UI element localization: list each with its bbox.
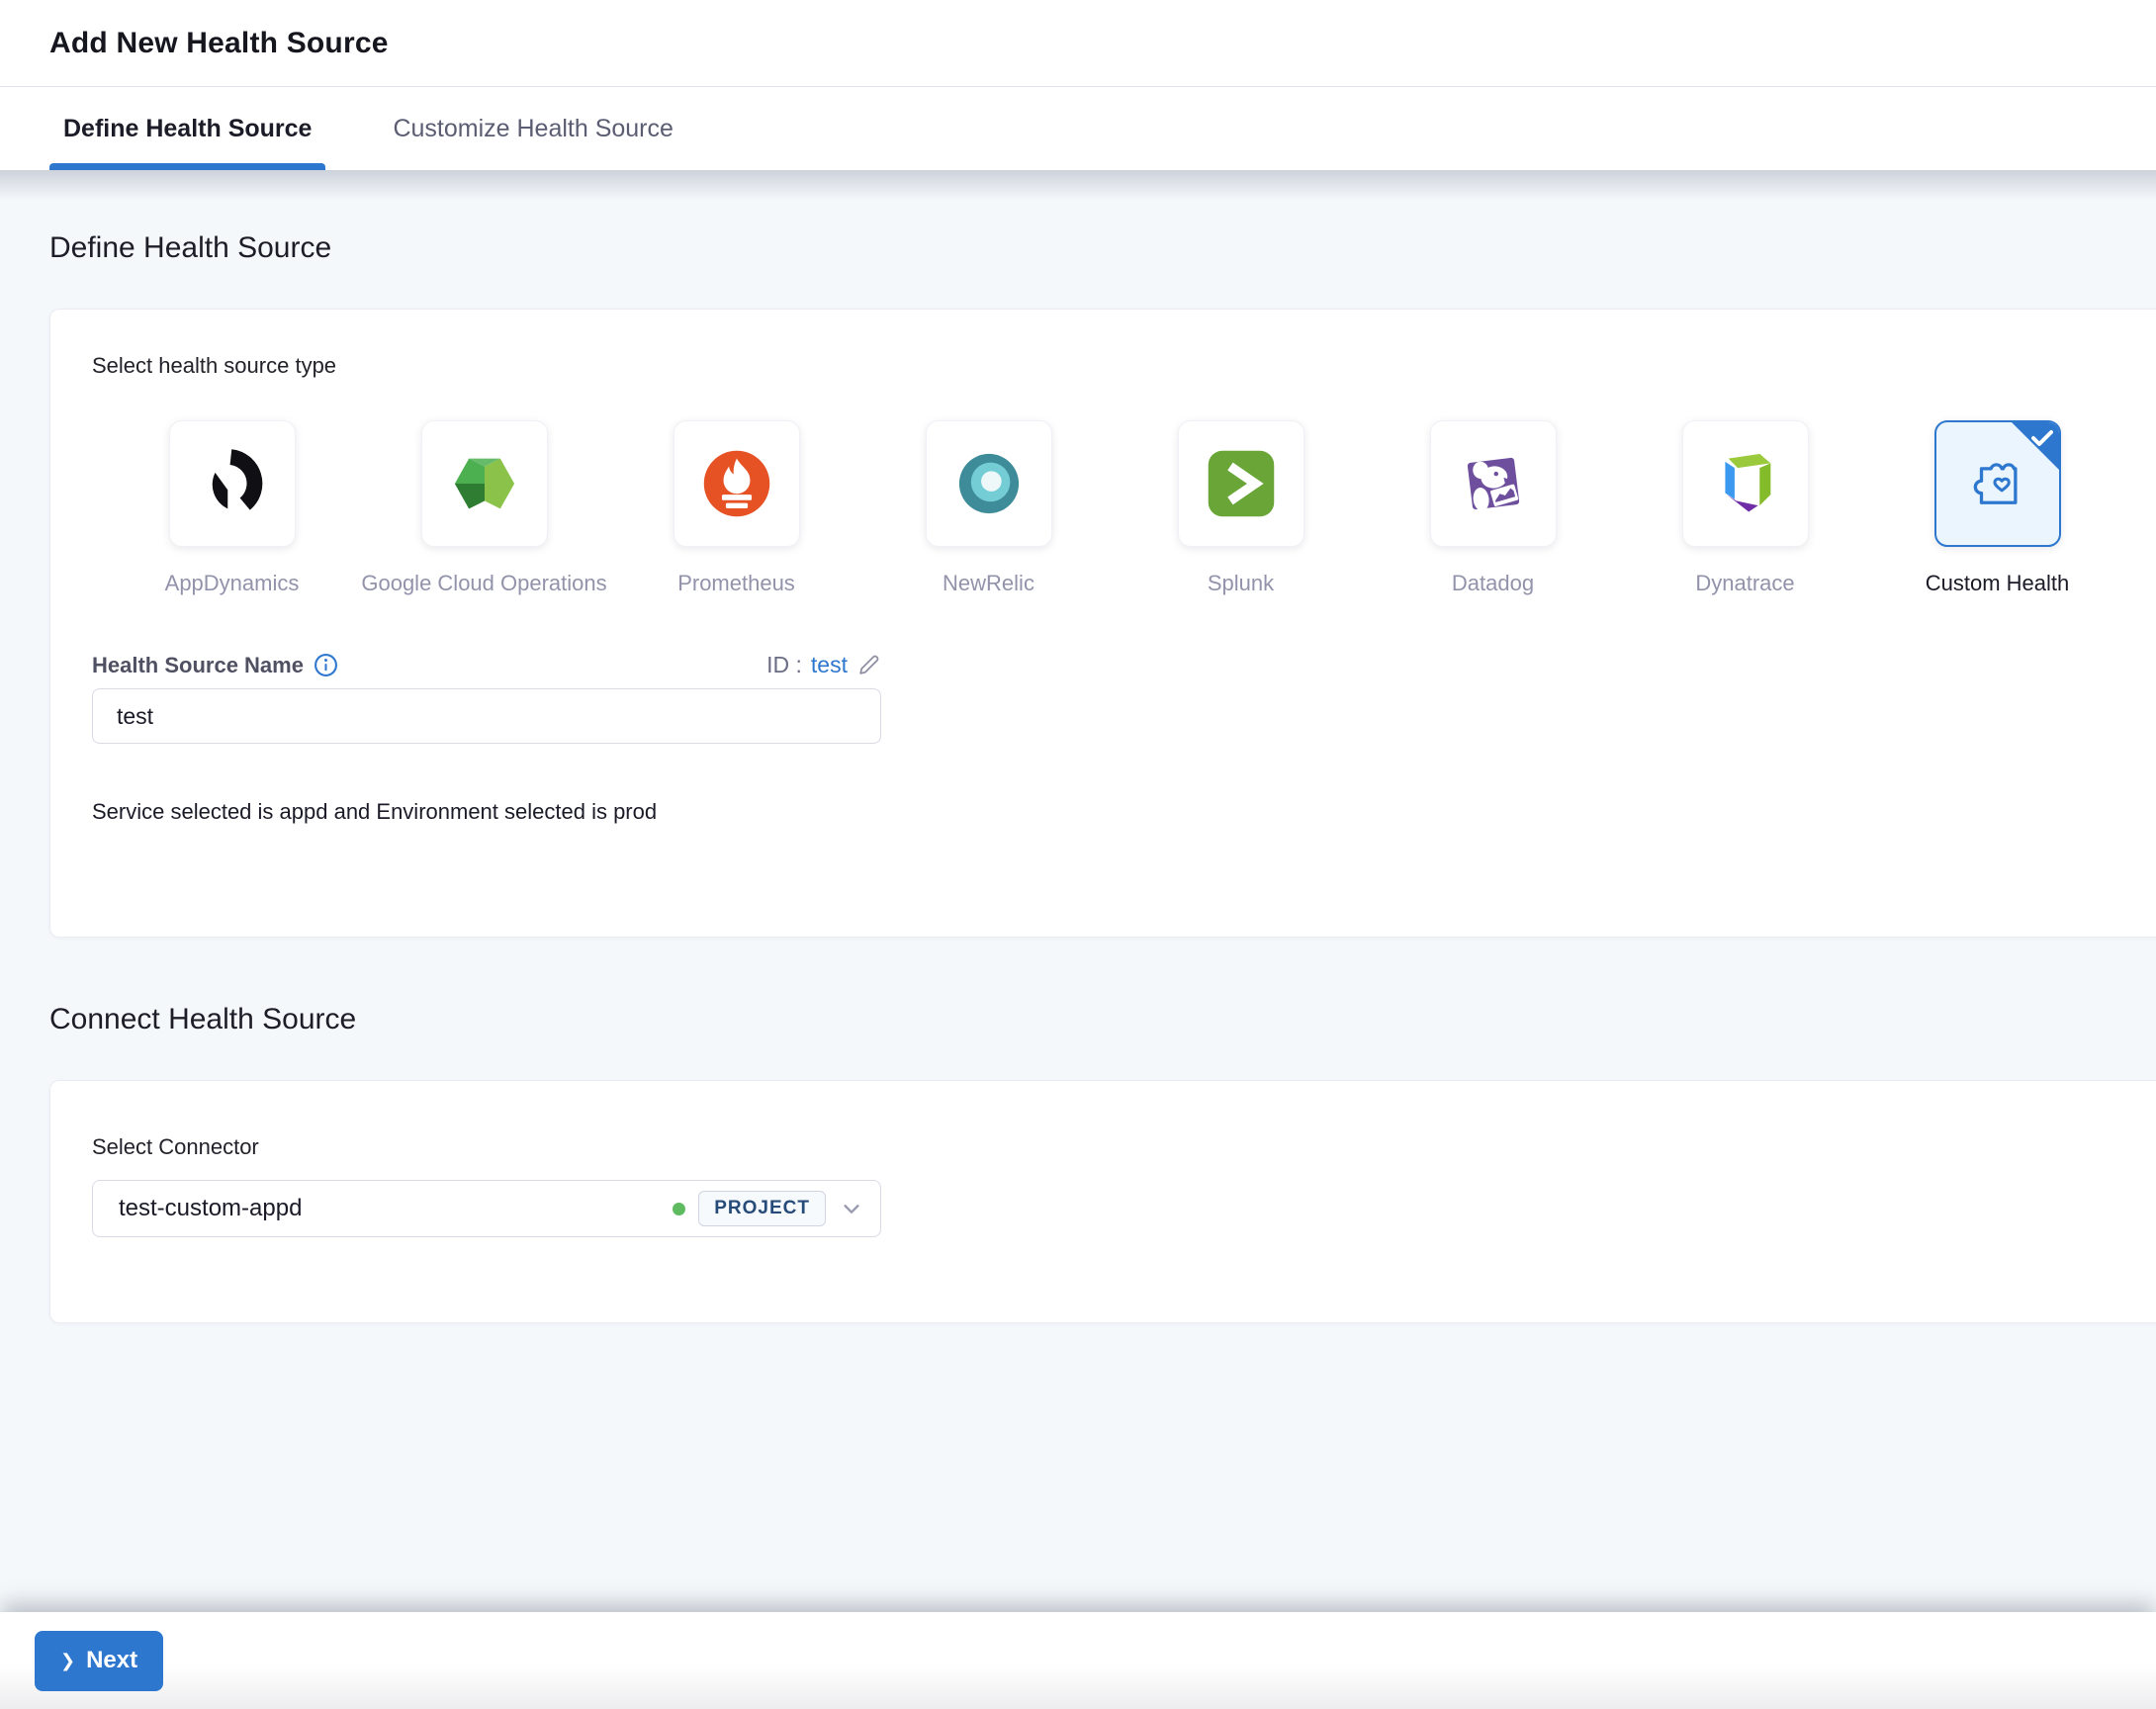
define-section-heading: Define Health Source [49,231,332,264]
connect-section-heading: Connect Health Source [49,1003,357,1035]
pencil-icon[interactable] [856,653,881,677]
newrelic-icon [951,446,1027,521]
health-source-name-label: Health Source Name [92,652,304,677]
tab-customize-health-source[interactable]: Customize Health Source [379,87,686,170]
google-cloud-operations-icon [447,446,522,521]
source-label: Prometheus [677,571,795,595]
datadog-icon [1456,446,1531,521]
footer-bar: ❯ Next [0,1612,2156,1709]
source-tile-prometheus[interactable] [673,420,800,547]
select-connector-label: Select Connector [92,1134,259,1159]
connector-scope-badge: PROJECT [698,1191,826,1226]
active-tab-underline [49,163,326,170]
main-content: Define Health Source Select health sourc… [0,170,2156,1612]
id-value-link[interactable]: test [811,652,848,678]
source-tile-splunk[interactable] [1177,420,1304,547]
define-health-source-card: Select health source type AppDynamics Go… [49,309,2156,938]
source-label: NewRelic [943,571,1034,595]
health-source-type-grid: AppDynamics Google Cloud Operations Prom… [106,420,2123,596]
source-label: AppDynamics [164,571,300,595]
appdynamics-icon [195,446,270,521]
chevron-down-icon[interactable] [841,1198,862,1219]
id-display: ID : test [766,652,881,678]
info-icon[interactable] [314,653,338,677]
source-label: Datadog [1451,571,1535,595]
tab-define-health-source[interactable]: Define Health Source [49,87,326,170]
tab-bar: Define Health Source Customize Health So… [0,87,2156,170]
connector-value: test-custom-appd [119,1195,303,1221]
source-tile-appdynamics[interactable] [168,420,296,547]
source-label: Dynatrace [1695,571,1795,595]
source-tile-custom-health[interactable] [1933,420,2061,547]
source-label: Splunk [1207,571,1275,595]
source-label: Google Cloud Operations [361,571,607,595]
chevron-right-icon: ❯ [60,1650,76,1670]
checkmark-icon [2030,430,2053,446]
connector-status-dot [673,1202,686,1215]
source-tile-newrelic[interactable] [925,420,1052,547]
dynatrace-icon [1708,446,1783,521]
prometheus-icon [699,446,774,521]
source-tile-google-cloud-operations[interactable] [420,420,548,547]
health-source-name-input[interactable] [92,688,881,744]
splunk-icon [1204,446,1279,521]
health-source-name-row: Health Source Name ID : test [92,652,881,678]
source-tile-datadog[interactable] [1429,420,1557,547]
select-health-source-type-label: Select health source type [92,353,337,378]
page-title: Add New Health Source [49,26,389,59]
dialog-header: Add New Health Source [0,0,2156,87]
next-button[interactable]: ❯ Next [35,1630,164,1691]
service-environment-note: Service selected is appd and Environment… [92,799,658,824]
source-tile-dynatrace[interactable] [1681,420,1809,547]
id-label: ID : [766,652,802,677]
connector-select[interactable]: test-custom-appd PROJECT [92,1180,881,1237]
source-label-selected: Custom Health [1925,571,2070,595]
connect-health-source-card: Select Connector test-custom-appd PROJEC… [49,1080,2156,1323]
